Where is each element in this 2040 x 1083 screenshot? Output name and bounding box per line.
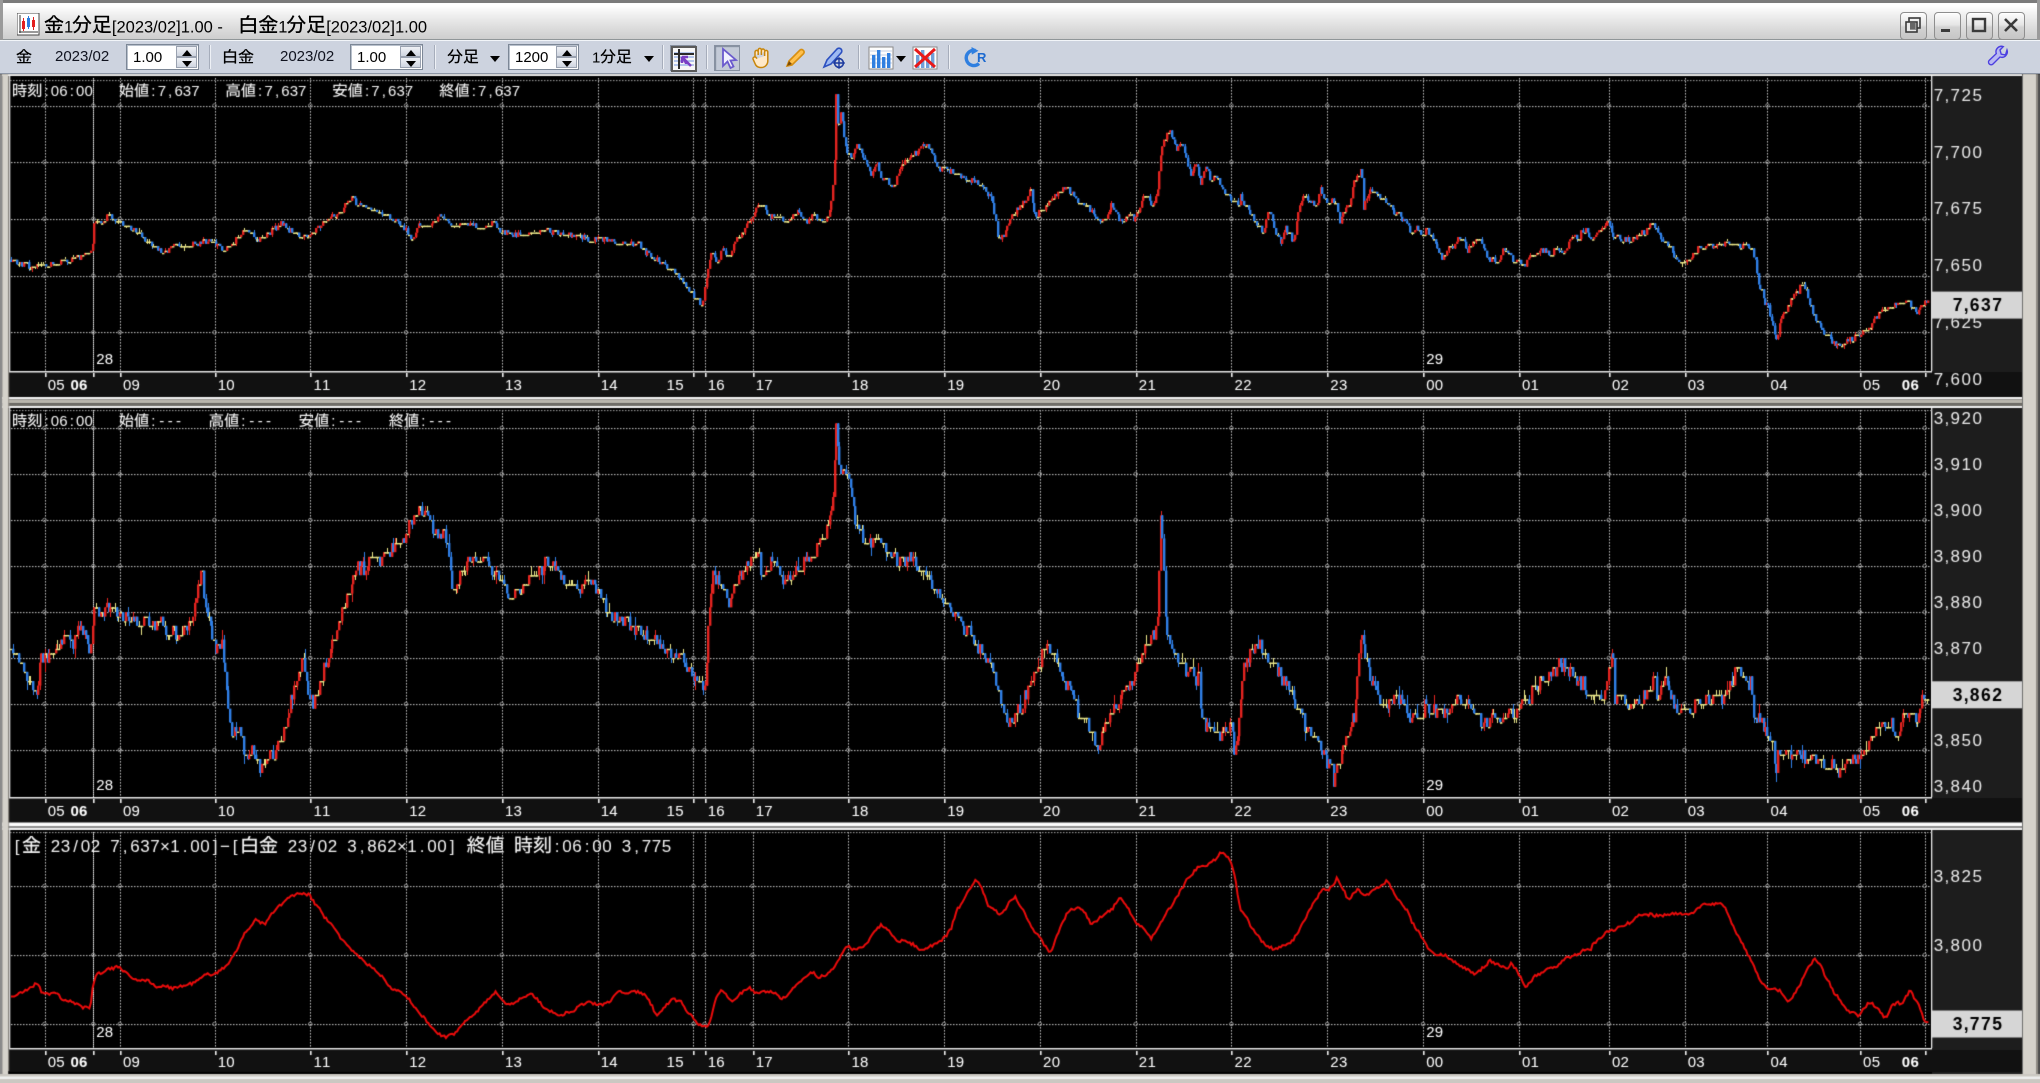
svg-text:1: 1 [278,19,287,37]
svg-text:[2023/02]1.00: [2023/02]1.00 [326,19,427,37]
svg-text:1: 1 [592,50,600,67]
svg-text:[2023/02]1.00 -: [2023/02]1.00 - [112,19,223,37]
svg-text:1: 1 [64,19,73,37]
svg-text:R: R [977,50,987,65]
